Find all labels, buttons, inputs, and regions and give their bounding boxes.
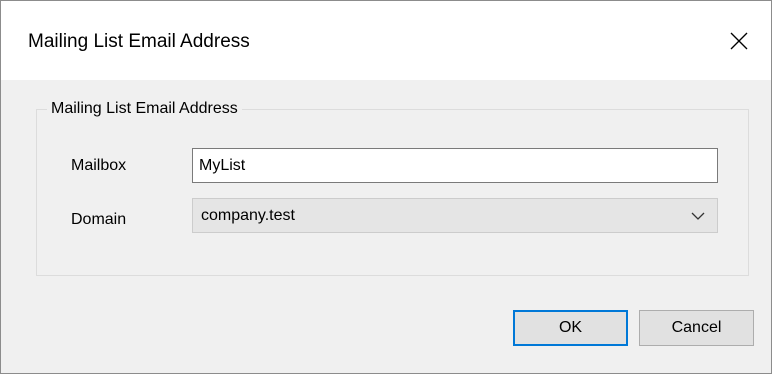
cancel-button[interactable]: Cancel bbox=[639, 310, 754, 346]
dialog-window: Mailing List Email Address Mailing List … bbox=[0, 0, 772, 374]
chevron-down-icon bbox=[691, 212, 705, 220]
domain-label: Domain bbox=[71, 211, 127, 228]
groupbox-legend: Mailing List Email Address bbox=[47, 98, 242, 120]
ok-button[interactable]: OK bbox=[513, 310, 628, 346]
window-title: Mailing List Email Address bbox=[28, 31, 250, 52]
close-icon bbox=[730, 32, 748, 49]
domain-selected-value: company.test bbox=[201, 207, 295, 224]
domain-dropdown[interactable]: company.test bbox=[192, 198, 718, 233]
close-button[interactable] bbox=[707, 1, 771, 80]
title-bar[interactable]: Mailing List Email Address bbox=[1, 1, 771, 80]
mailbox-input[interactable] bbox=[192, 148, 718, 183]
email-address-groupbox: Mailing List Email Address Mailbox Domai… bbox=[36, 98, 749, 276]
dialog-body: Mailing List Email Address Mailbox Domai… bbox=[1, 80, 771, 373]
mailbox-label: Mailbox bbox=[71, 157, 127, 174]
